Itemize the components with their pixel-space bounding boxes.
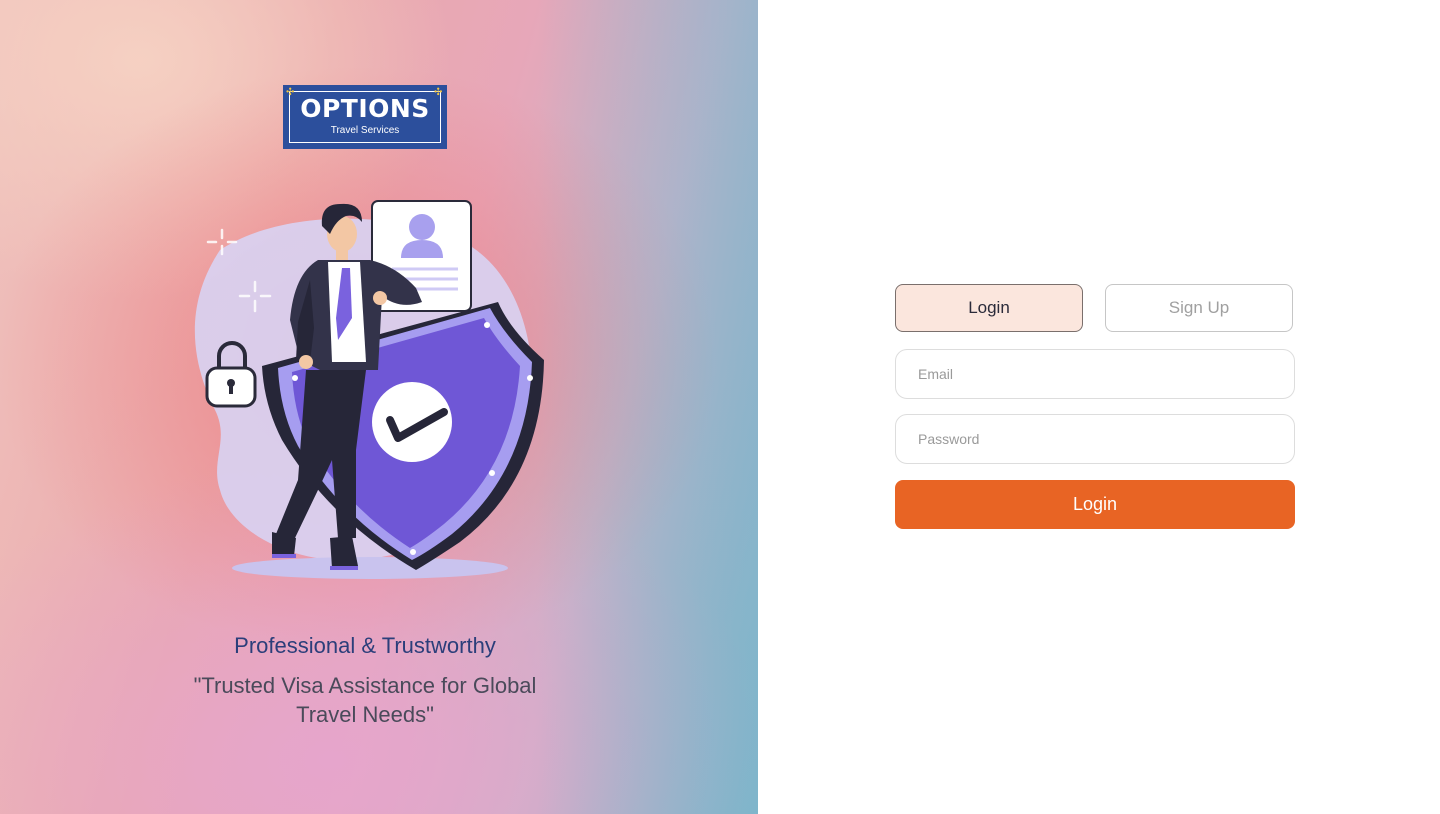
checkmark-icon xyxy=(372,382,452,462)
hero-title: Professional & Trustworthy xyxy=(234,633,496,658)
email-field[interactable] xyxy=(895,349,1295,399)
logo-title: OPTIONS xyxy=(300,94,430,123)
security-illustration xyxy=(194,200,544,579)
ground-shadow xyxy=(232,557,508,579)
hero-panel: ✣ ✣ OPTIONS Travel Services Professional… xyxy=(0,0,758,814)
logo-subtitle: Travel Services xyxy=(330,125,400,136)
brand-logo[interactable]: ✣ ✣ OPTIONS Travel Services xyxy=(283,85,447,149)
password-field[interactable] xyxy=(895,414,1295,464)
hero-quote: "Trusted Visa Assistance for Global Trav… xyxy=(0,671,730,729)
hero-quote-line-1: "Trusted Visa Assistance for Global xyxy=(193,673,537,698)
tab-login[interactable]: Login xyxy=(895,284,1083,332)
tab-sign-up[interactable]: Sign Up xyxy=(1105,284,1293,332)
hero-quote-line-2: Travel Needs" xyxy=(296,702,434,727)
login-submit-button[interactable]: Login xyxy=(895,480,1295,529)
